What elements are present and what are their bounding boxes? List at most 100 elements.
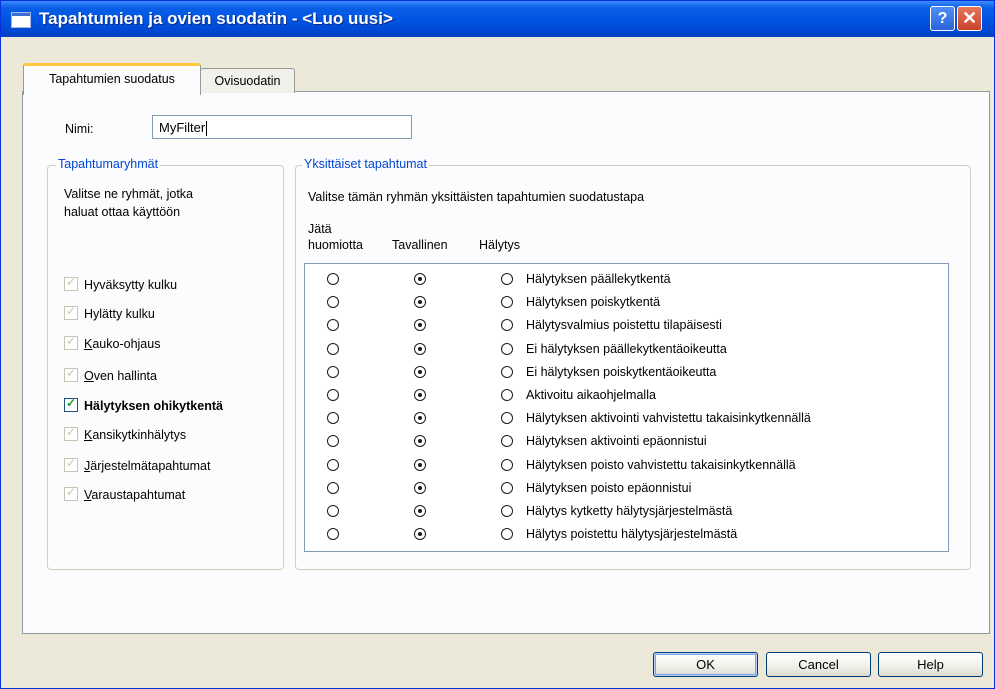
checkmark-icon: ✓ <box>66 456 77 470</box>
event-radio-ignore[interactable] <box>327 528 339 540</box>
event-label: Hälytyksen aktivointi epäonnistui <box>526 434 707 448</box>
event-radio-ignore[interactable] <box>327 366 339 378</box>
event-radio-normal[interactable] <box>414 482 426 494</box>
text-caret <box>206 121 208 137</box>
group-checkbox-rejected-access[interactable]: ✓ Hylätty kulku <box>64 304 155 323</box>
event-radio-ignore[interactable] <box>327 319 339 331</box>
event-radio-normal[interactable] <box>414 459 426 471</box>
event-label: Hälytysvalmius poistettu tilapäisesti <box>526 318 722 332</box>
group-label: Oven hallinta <box>84 369 157 383</box>
event-label: Hälytyksen poisto vahvistettu takaisinky… <box>526 458 796 472</box>
column-header-normal: Tavallinen <box>392 238 448 252</box>
group-checkbox-remote-control[interactable]: ✓ Kauko-ohjaus <box>64 334 161 353</box>
event-radio-alarm[interactable] <box>501 366 513 378</box>
individual-events-title: Yksittäiset tapahtumat <box>302 157 429 171</box>
group-checkbox-reservation-events[interactable]: ✓ Varaustapahtumat <box>64 485 186 504</box>
checkbox-box[interactable]: ✓ <box>64 304 78 320</box>
checkmark-icon: ✓ <box>66 485 77 499</box>
group-checkbox-door-control[interactable]: ✓ Oven hallinta <box>64 366 157 385</box>
title-help-button[interactable]: ? <box>930 6 955 31</box>
event-radio-alarm[interactable] <box>501 412 513 424</box>
checkmark-icon: ✓ <box>66 425 77 439</box>
event-label: Ei hälytyksen päällekytkentäoikeutta <box>526 342 727 356</box>
title-bar[interactable]: Tapahtumien ja ovien suodatin - <Luo uus… <box>1 1 994 37</box>
tab-event-filter[interactable]: Tapahtumien suodatus <box>23 63 201 95</box>
checkbox-box[interactable]: ✓ <box>64 456 78 472</box>
window-title: Tapahtumien ja ovien suodatin - <Luo uus… <box>39 9 393 28</box>
group-label: Hylätty kulku <box>84 307 155 321</box>
individual-events-description: Valitse tämän ryhmän yksittäisten tapaht… <box>308 190 645 204</box>
help-button[interactable]: Help <box>878 652 983 677</box>
window-icon <box>11 12 31 28</box>
group-label: Kansikytkinhälytys <box>84 428 187 442</box>
group-label: Hälytyksen ohikytkentä <box>84 399 223 413</box>
event-label: Hälytyksen poiskytkentä <box>526 295 661 309</box>
event-label: Hälytyksen päällekytkentä <box>526 272 671 286</box>
group-checkbox-system-events[interactable]: ✓ Järjestelmätapahtumat <box>64 456 211 475</box>
event-label: Aktivoitu aikaohjelmalla <box>526 388 656 402</box>
group-checkbox-alarm-bypass[interactable]: ✓ Hälytyksen ohikytkentä <box>64 396 223 415</box>
group-label: Järjestelmätapahtumat <box>84 459 211 473</box>
event-radio-ignore[interactable] <box>327 296 339 308</box>
checkbox-box[interactable]: ✓ <box>64 334 78 350</box>
checkbox-box[interactable]: ✓ <box>64 425 78 441</box>
checkmark-icon: ✓ <box>66 334 77 348</box>
checkmark-icon: ✓ <box>66 304 77 318</box>
group-label: Varaustapahtumat <box>84 488 186 502</box>
checkmark-icon: ✓ <box>66 275 77 289</box>
event-radio-alarm[interactable] <box>501 273 513 285</box>
ok-button[interactable]: OK <box>653 652 758 677</box>
event-radio-normal[interactable] <box>414 366 426 378</box>
event-radio-alarm[interactable] <box>501 435 513 447</box>
event-radio-alarm[interactable] <box>501 505 513 517</box>
event-radio-normal[interactable] <box>414 296 426 308</box>
name-label: Nimi: <box>65 122 94 136</box>
cancel-button[interactable]: Cancel <box>766 652 871 677</box>
event-radio-normal[interactable] <box>414 343 426 355</box>
group-checkbox-tamper-alarm[interactable]: ✓ Kansikytkinhälytys <box>64 425 187 444</box>
event-label: Hälytyksen aktivointi vahvistettu takais… <box>526 411 811 425</box>
event-radio-normal[interactable] <box>414 412 426 424</box>
event-radio-ignore[interactable] <box>327 412 339 424</box>
event-groups-description-2: haluat ottaa käyttöön <box>64 205 181 219</box>
checkbox-box[interactable]: ✓ <box>64 485 78 501</box>
event-radio-alarm[interactable] <box>501 528 513 540</box>
event-radio-normal[interactable] <box>414 528 426 540</box>
event-radio-normal[interactable] <box>414 505 426 517</box>
column-header-alarm: Hälytys <box>479 238 520 252</box>
name-input-value: MyFilter <box>159 120 206 135</box>
event-radio-alarm[interactable] <box>501 296 513 308</box>
group-label: Kauko-ohjaus <box>84 337 161 351</box>
event-radio-ignore[interactable] <box>327 273 339 285</box>
event-radio-normal[interactable] <box>414 273 426 285</box>
event-radio-alarm[interactable] <box>501 343 513 355</box>
tab-door-filter[interactable]: Ovisuodatin <box>200 68 295 93</box>
event-label: Ei hälytyksen poiskytkentäoikeutta <box>526 365 717 379</box>
event-radio-ignore[interactable] <box>327 435 339 447</box>
checkbox-box[interactable]: ✓ <box>64 396 78 412</box>
event-radio-ignore[interactable] <box>327 482 339 494</box>
checkmark-icon: ✓ <box>66 366 77 380</box>
event-radio-ignore[interactable] <box>327 389 339 401</box>
event-label: Hälytys poistettu hälytysjärjestelmästä <box>526 527 738 541</box>
event-groups-description-1: Valitse ne ryhmät, jotka <box>64 187 193 201</box>
event-radio-alarm[interactable] <box>501 389 513 401</box>
event-radio-alarm[interactable] <box>501 482 513 494</box>
event-radio-alarm[interactable] <box>501 319 513 331</box>
group-label: Hyväksytty kulku <box>84 278 178 292</box>
dialog-window: Tapahtumien ja ovien suodatin - <Luo uus… <box>0 0 995 689</box>
checkbox-box[interactable]: ✓ <box>64 366 78 382</box>
event-radio-normal[interactable] <box>414 319 426 331</box>
event-label: Hälytys kytketty hälytysjärjestelmästä <box>526 504 733 518</box>
event-radio-normal[interactable] <box>414 435 426 447</box>
title-close-button[interactable]: ✕ <box>957 6 982 31</box>
event-radio-ignore[interactable] <box>327 343 339 355</box>
group-checkbox-approved-access[interactable]: ✓ Hyväksytty kulku <box>64 275 178 294</box>
event-radio-ignore[interactable] <box>327 505 339 517</box>
checkbox-box[interactable]: ✓ <box>64 275 78 291</box>
name-input[interactable]: MyFilter <box>152 115 412 139</box>
event-radio-ignore[interactable] <box>327 459 339 471</box>
event-radio-alarm[interactable] <box>501 459 513 471</box>
event-groups-title: Tapahtumaryhmät <box>56 157 161 171</box>
event-radio-normal[interactable] <box>414 389 426 401</box>
